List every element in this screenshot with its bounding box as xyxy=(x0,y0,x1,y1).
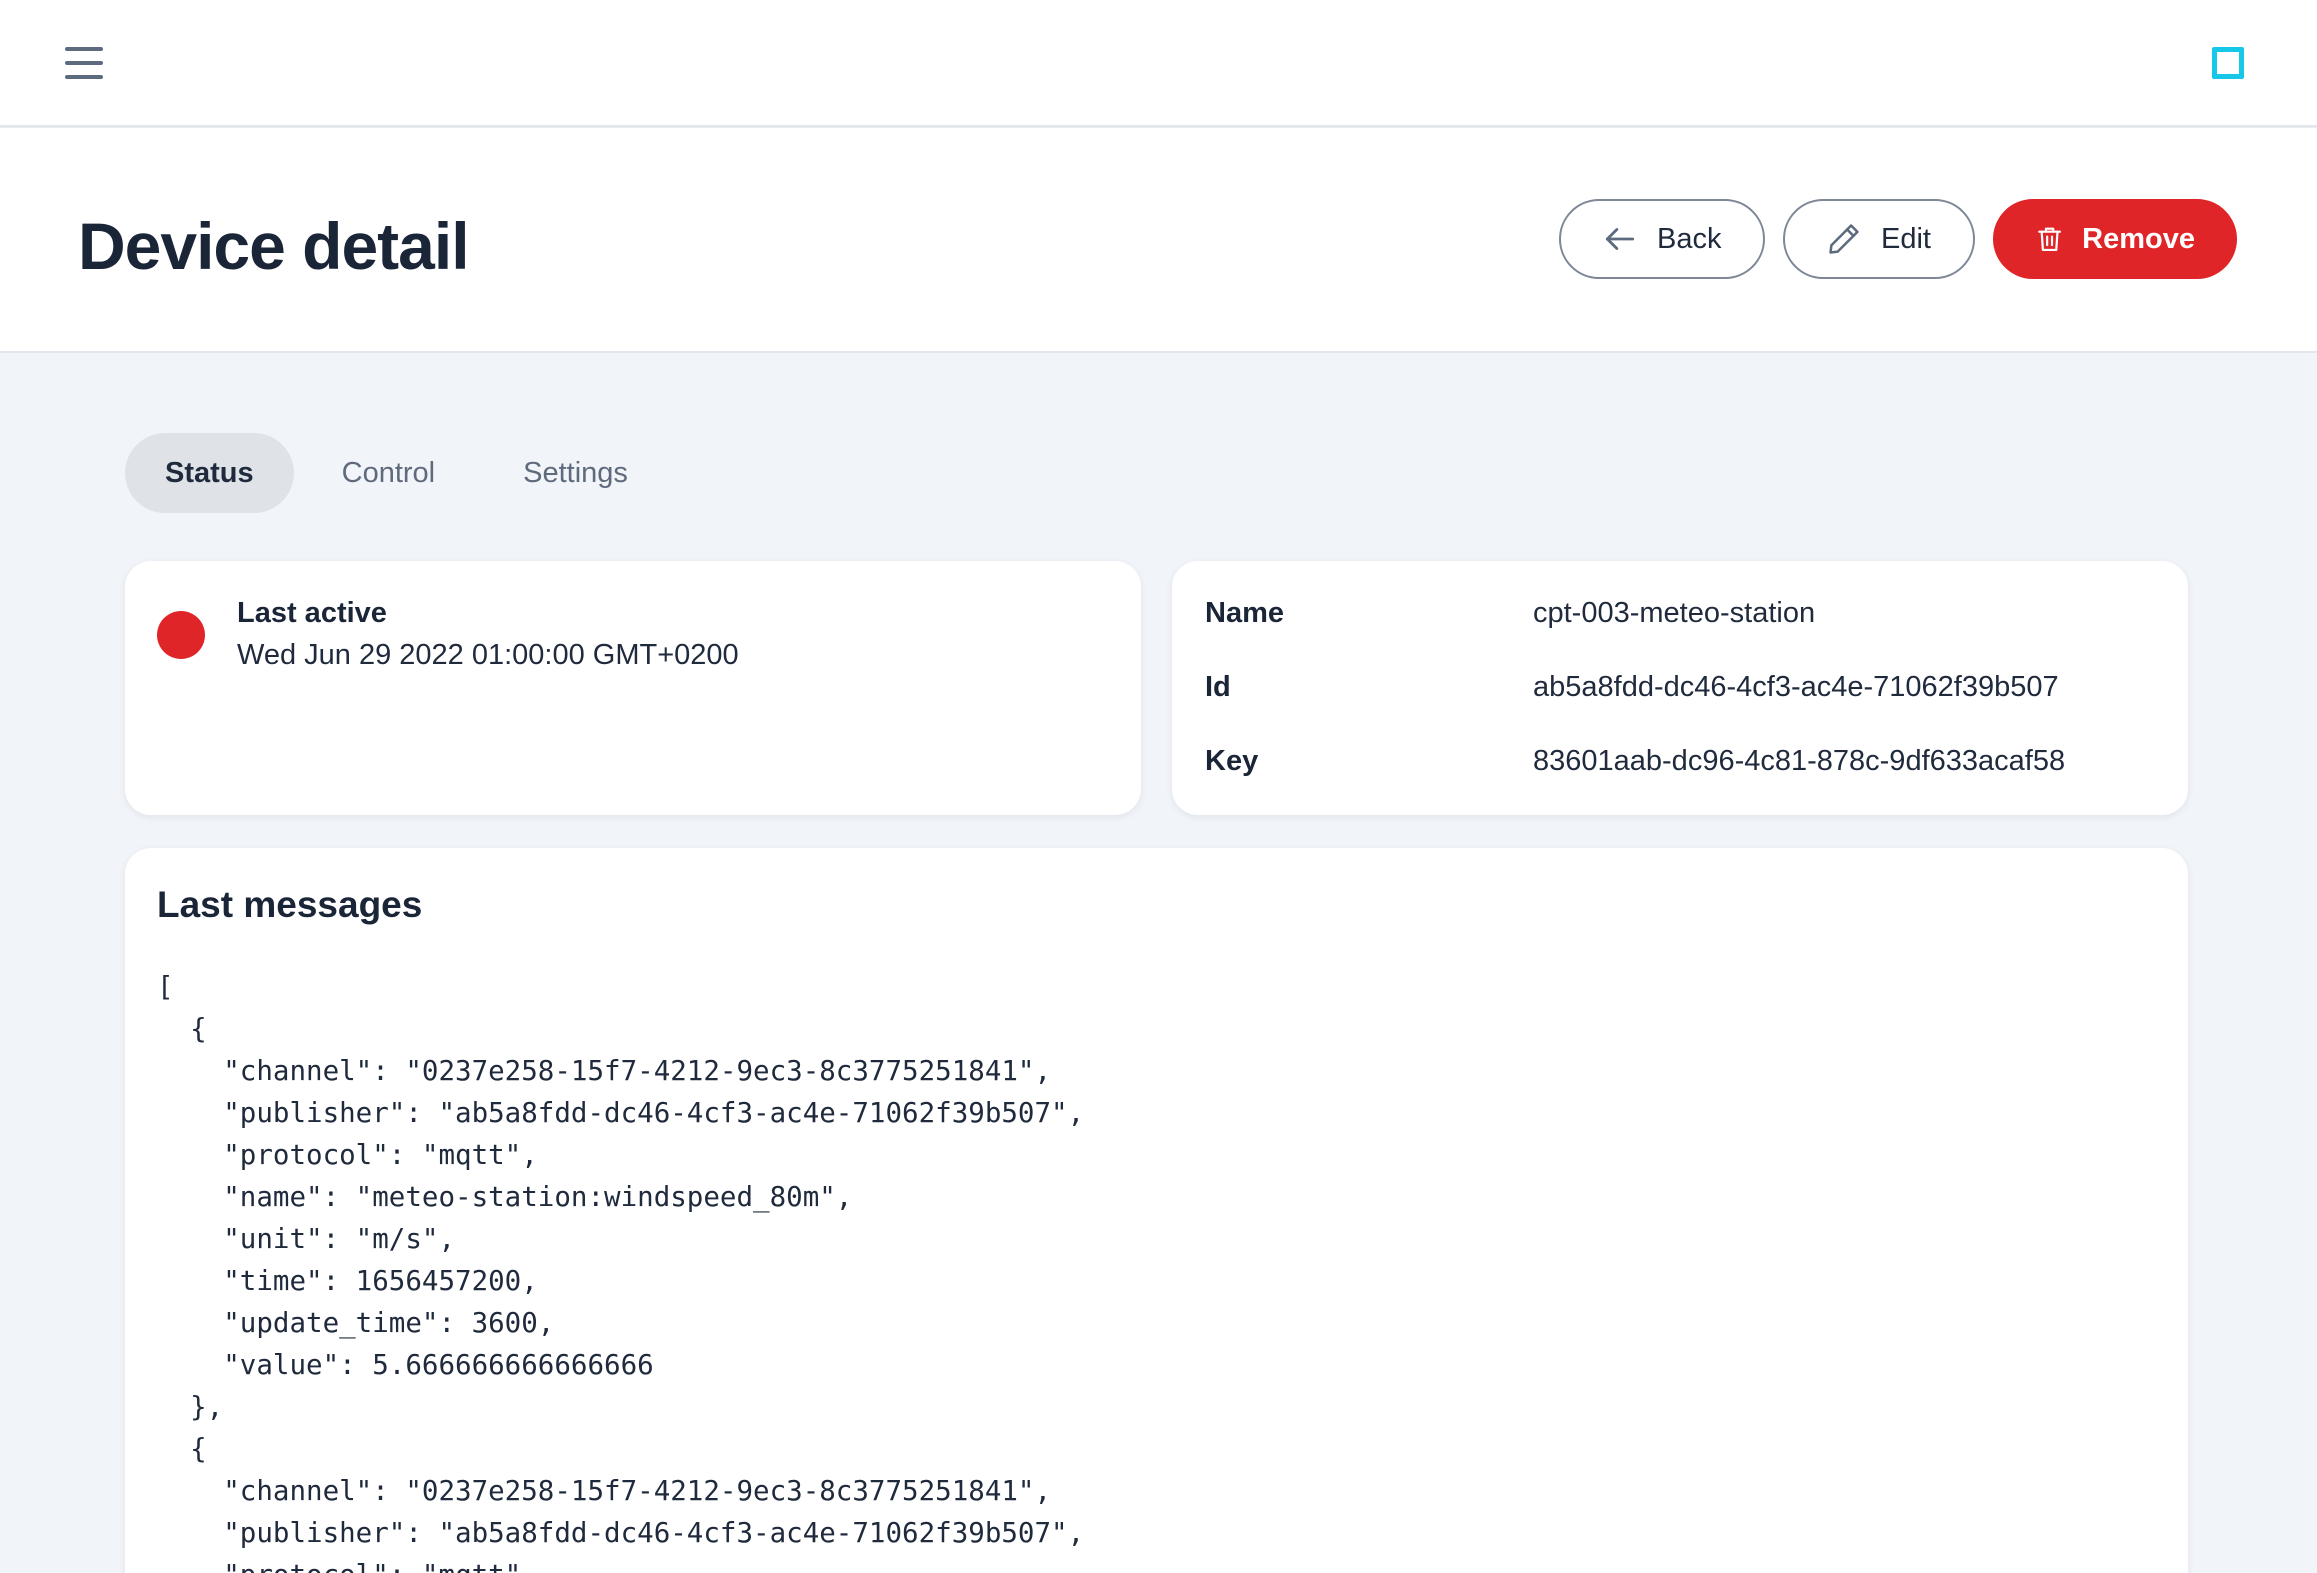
last-active-value: Wed Jun 29 2022 01:00:00 GMT+0200 xyxy=(237,639,739,671)
info-row-name: Name cpt-003-meteo-station xyxy=(1205,597,1815,630)
page-title: Device detail xyxy=(78,209,470,283)
status-card: Last active Wed Jun 29 2022 01:00:00 GMT… xyxy=(125,561,1141,815)
page-header: Device detail Back Edit Remove xyxy=(0,128,2317,353)
info-value: cpt-003-meteo-station xyxy=(1533,597,1816,629)
last-active-label: Last active xyxy=(237,597,387,629)
hamburger-menu-icon[interactable] xyxy=(62,44,106,82)
info-key: Id xyxy=(1205,671,1231,703)
pencil-icon xyxy=(1829,224,1859,254)
status-indicator xyxy=(157,611,205,659)
tab-settings[interactable]: Settings xyxy=(483,433,668,513)
info-value: 83601aab-dc96-4c81-878c-9df633acaf58 xyxy=(1533,745,2066,777)
back-button-label: Back xyxy=(1657,222,1722,255)
remove-button[interactable]: Remove xyxy=(1993,199,2237,279)
tab-status[interactable]: Status xyxy=(125,433,294,513)
last-messages-title: Last messages xyxy=(157,884,423,925)
info-value: ab5a8fdd-dc46-4cf3-ac4e-71062f39b507 xyxy=(1533,671,2059,703)
arrow-left-icon xyxy=(1605,228,1635,250)
info-key: Name xyxy=(1205,597,1284,629)
info-key: Key xyxy=(1205,745,1259,777)
info-row-id: Id ab5a8fdd-dc46-4cf3-ac4e-71062f39b507 xyxy=(1205,671,2059,704)
device-info-card: Name cpt-003-meteo-station Id ab5a8fdd-d… xyxy=(1172,561,2188,815)
last-messages-card: Last messages [ { "channel": "0237e258-1… xyxy=(125,848,2188,1573)
trash-icon xyxy=(2038,227,2062,252)
back-button[interactable]: Back xyxy=(1559,199,1765,279)
info-row-key: Key 83601aab-dc96-4c81-878c-9df633acaf58 xyxy=(1205,745,2065,778)
edit-button-label: Edit xyxy=(1881,222,1931,255)
header-actions: Back Edit Remove xyxy=(1559,199,2237,279)
tab-control[interactable]: Control xyxy=(302,433,476,513)
top-navbar xyxy=(0,0,2317,127)
edit-button[interactable]: Edit xyxy=(1783,199,1975,279)
messages-json: [ { "channel": "0237e258-15f7-4212-9ec3-… xyxy=(157,971,1085,1573)
remove-button-label: Remove xyxy=(2082,222,2195,255)
square-outline-icon[interactable] xyxy=(2212,47,2244,79)
tab-bar: Status Control Settings xyxy=(125,433,668,513)
